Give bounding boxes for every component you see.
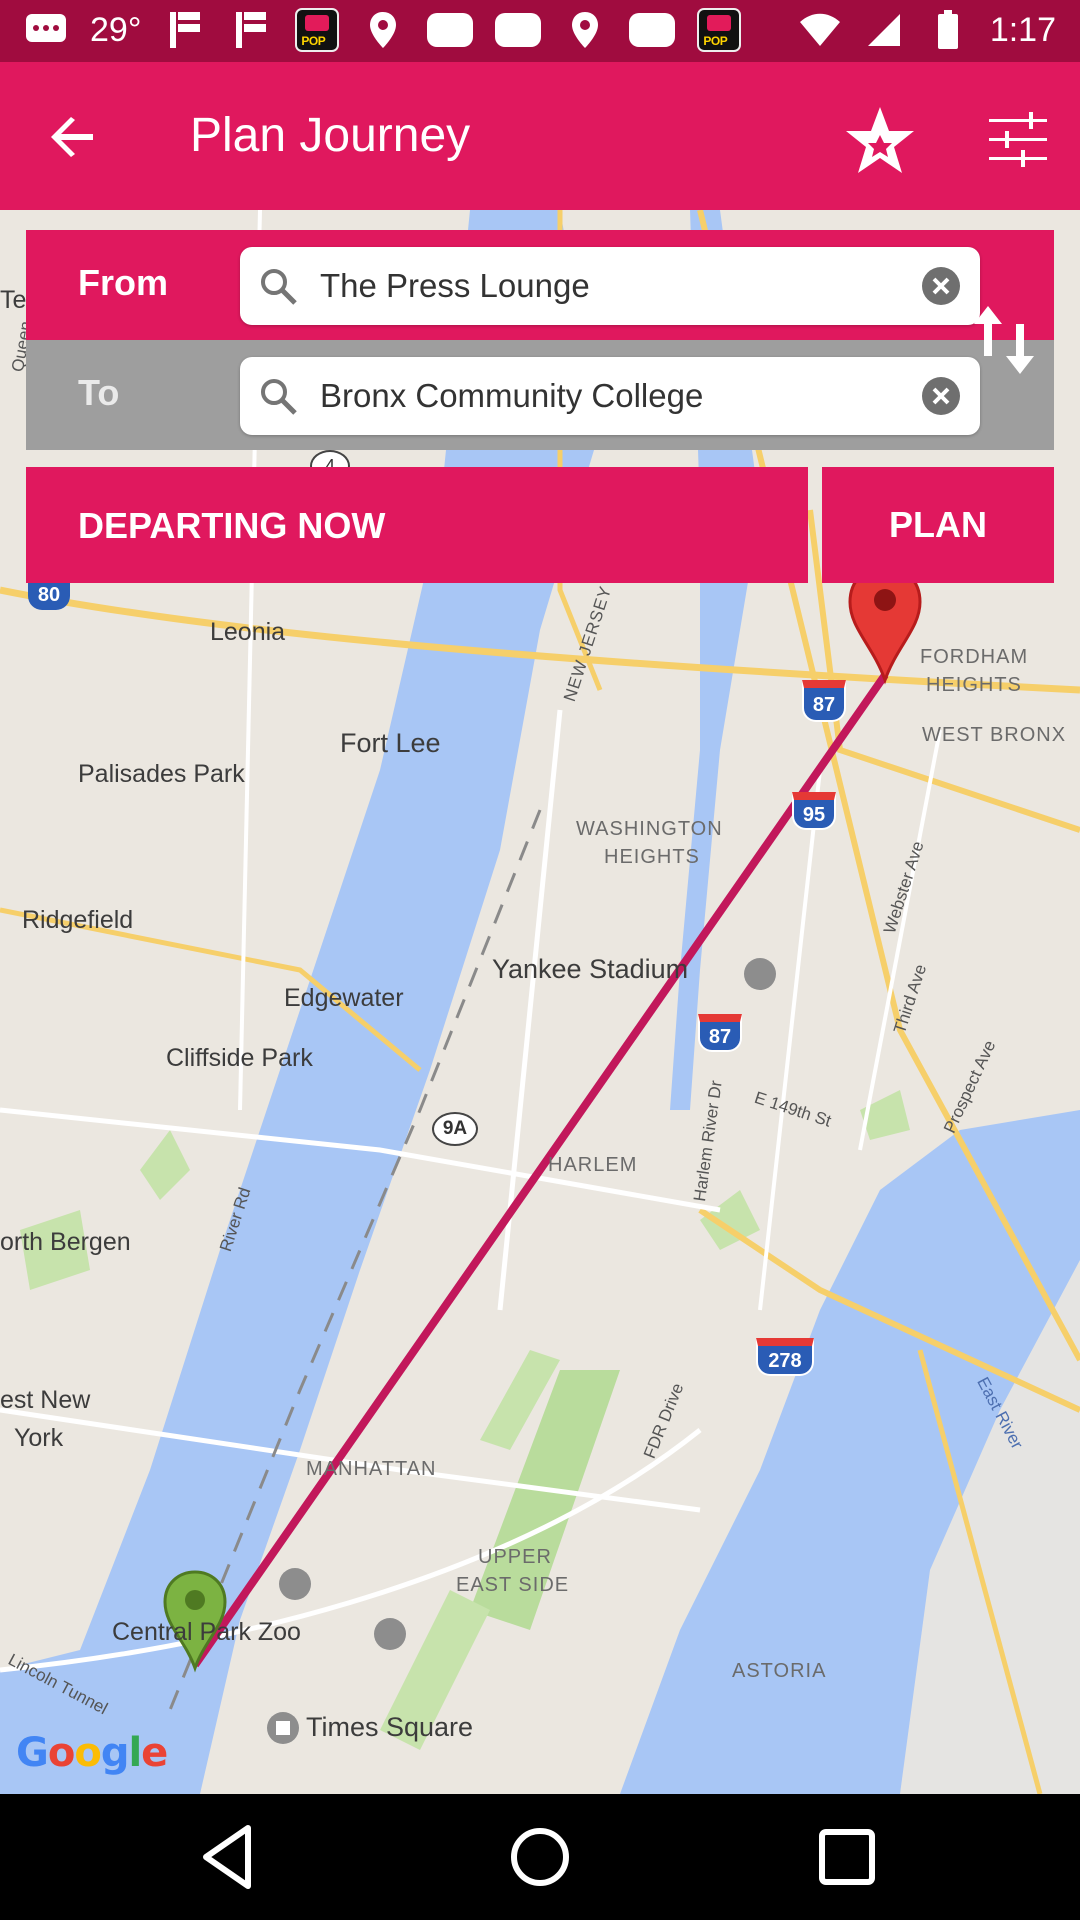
search-icon [261, 379, 297, 415]
app-notification-icon [427, 13, 474, 47]
place-label-cliffside-park: Cliffside Park [166, 1044, 313, 1072]
departing-now-button[interactable]: DEPARTING NOW [26, 467, 808, 583]
system-nav-bar [0, 1794, 1080, 1920]
destination-pin-icon[interactable] [848, 564, 922, 685]
pop-app-icon: POP [697, 8, 742, 52]
app-notification-icon [495, 13, 542, 47]
place-label-astoria: ASTORIA [732, 1660, 827, 1682]
close-icon [932, 277, 950, 295]
wifi-icon [798, 8, 842, 52]
place-label-ridgefield: Ridgefield [22, 906, 134, 934]
pop-app-icon: POP [295, 8, 340, 52]
recents-square-icon [819, 1829, 875, 1885]
place-label-leonia: Leonia [210, 618, 286, 646]
to-label: To [78, 372, 120, 413]
shield-80: 80 [28, 580, 70, 610]
filter-sliders-icon [989, 112, 1047, 167]
place-label-fordham: FORDHAM [920, 646, 1029, 668]
search-icon [261, 269, 297, 305]
clear-to-button[interactable] [922, 377, 960, 415]
favorites-button[interactable] [838, 98, 922, 182]
place-label-yankee-stadium: Yankee Stadium [492, 954, 689, 984]
place-label-west-bronx: WEST BRONX [922, 724, 1067, 746]
to-row: To Bronx Community College [26, 340, 1054, 450]
home-circle-icon [511, 1828, 569, 1886]
status-bar: 29° POP POP 1:17 [0, 0, 1080, 62]
place-label-washington: WASHINGTON [576, 818, 723, 840]
to-input[interactable]: Bronx Community College [240, 357, 980, 435]
plan-label: PLAN [889, 504, 987, 545]
nav-back-button[interactable] [198, 1822, 278, 1892]
place-label-york: York [14, 1424, 64, 1452]
app-bar: Plan Journey [0, 62, 1080, 210]
place-label-harlem: HARLEM [548, 1154, 638, 1176]
swap-arrows-icon [974, 306, 1034, 374]
back-button[interactable] [38, 106, 108, 168]
from-row: From The Press Lounge [26, 230, 1054, 340]
shield-87: 87 [802, 680, 846, 722]
star-icon [846, 107, 914, 173]
place-label-te: Te [0, 286, 27, 314]
location-pin-icon [361, 8, 405, 52]
battery-icon [926, 8, 970, 52]
place-label-north-bergen: orth Bergen [0, 1228, 131, 1256]
place-label-palisades-park: Palisades Park [78, 760, 245, 788]
from-label: From [78, 262, 168, 303]
place-label-heights: HEIGHTS [926, 674, 1022, 696]
clock: 1:17 [989, 10, 1056, 49]
nav-home-button[interactable] [500, 1822, 580, 1892]
swap-locations-button[interactable] [970, 300, 1040, 380]
filter-button[interactable] [976, 98, 1060, 182]
shield-278: 278 [756, 1338, 814, 1376]
nav-recents-button[interactable] [812, 1822, 892, 1892]
location-pin-icon [563, 8, 607, 52]
place-label-west-new-york: est New [0, 1386, 91, 1414]
from-input[interactable]: The Press Lounge [240, 247, 980, 325]
message-icon [24, 8, 68, 52]
place-label-central-park-zoo: Central Park Zoo [112, 1618, 301, 1646]
place-label-manhattan: MANHATTAN [306, 1458, 437, 1480]
flag-icon [163, 8, 207, 52]
clear-from-button[interactable] [922, 267, 960, 305]
app-notification-icon [629, 13, 676, 47]
place-label-fort-lee: Fort Lee [340, 728, 441, 758]
shield-95: 95 [792, 792, 836, 830]
page-title: Plan Journey [190, 109, 471, 162]
to-value: Bronx Community College [320, 377, 704, 414]
back-arrow-icon [51, 117, 93, 157]
place-label-upper: UPPER [478, 1546, 552, 1568]
close-icon [932, 387, 950, 405]
temperature: 29° [90, 10, 142, 49]
flag-icon [229, 8, 273, 52]
back-triangle-icon [203, 1825, 251, 1889]
place-label-times-square: Times Square [306, 1712, 474, 1742]
shield-87: 87 [698, 1014, 742, 1052]
place-label-washington-heights: HEIGHTS [604, 846, 700, 868]
signal-icon [862, 8, 906, 52]
plan-button[interactable]: PLAN [822, 467, 1054, 583]
departing-now-label: DEPARTING NOW [78, 505, 386, 546]
place-label-east-side: EAST SIDE [456, 1574, 570, 1596]
shield-9a: 9A [432, 1112, 478, 1146]
place-label-edgewater: Edgewater [284, 984, 404, 1012]
google-logo: Google [16, 1730, 168, 1776]
from-value: The Press Lounge [320, 267, 590, 304]
